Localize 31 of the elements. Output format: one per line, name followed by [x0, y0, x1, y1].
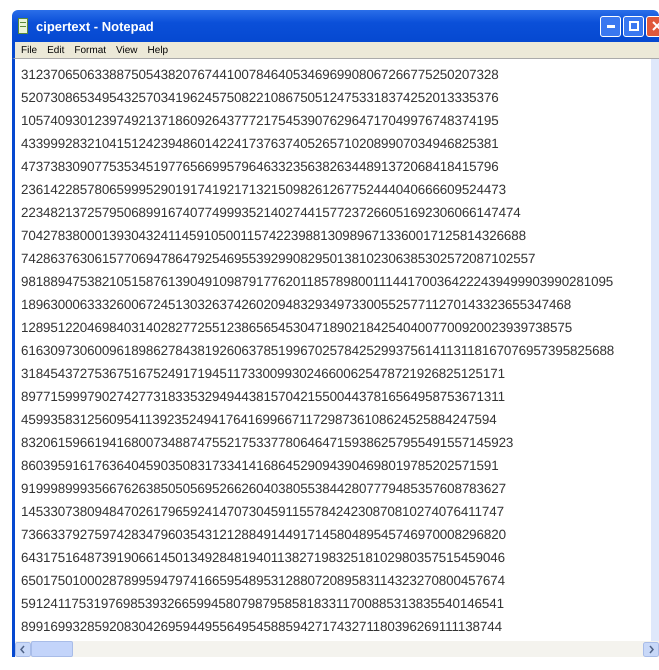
text-line: 52073086534954325703419624575082210867505124753318374252013335376: [21, 89, 500, 107]
text-line: 616309730600961898627843819260637851996702578425299375614113118167076957395825688: [21, 342, 616, 360]
text-line: 736633792759742834796035431212884914491714580489545746970008296820: [21, 526, 507, 544]
text-line: 7428637630615770694786479254695539299082950138102306385302572087102557: [21, 250, 536, 268]
text-line: 128951220469840314028277255123865654530471890218425404007700920023939738575: [21, 319, 574, 337]
text-line: 897715999790274277318335329494438157042155004437816564958753671311: [21, 388, 506, 406]
text-line: 704278380001393043241145910500115742239881309896713360017125814326688: [21, 227, 527, 245]
text-line: 899169932859208304269594495564954588594271743271180396269111138744: [21, 618, 503, 636]
text-line: 22348213725795068991674077499935214027441577237266051692306066147474: [21, 204, 522, 222]
text-line: 236142285780659995290191741921713215098261267752444040666609524473: [21, 181, 507, 199]
text-line: 591241175319769853932665994580798795858183311700885313835540146541: [21, 595, 505, 613]
text-line: 47373830907753534519776566995796463323563826344891372068418415796: [21, 158, 500, 176]
text-line: 318454372753675167524917194511733009930246600625478721926825125171: [21, 365, 506, 383]
menu-item[interactable]: View: [116, 44, 138, 56]
menu-item[interactable]: File: [21, 44, 38, 56]
menu-item[interactable]: Format: [74, 44, 106, 56]
menu-item[interactable]: Edit: [47, 44, 64, 56]
text-line: 10574093012397492137186092643777217545390762964717049976748374195: [21, 112, 500, 130]
text-line: 981889475382105158761390491098791776201185789800111441700364222439499903990281095: [21, 273, 614, 291]
text-line: 86039591617636404590350831733414168645290943904698019785202571591: [21, 457, 500, 475]
text-line: 919998999356676263850505695266260403805538442807779485357608783627: [21, 480, 507, 498]
text-line: 8320615966194168007348874755217533778064647159386257955491557145923: [21, 434, 514, 452]
menu-item[interactable]: Help: [148, 44, 168, 56]
text-line: 31237065063388750543820767441007846405346969908067266775250207328: [21, 66, 500, 84]
text-line: 643175164873919066145013492848194011382719832518102980357515459046: [21, 549, 506, 567]
text-line: 43399928321041512423948601422417376374052657102089907034946825381: [21, 135, 500, 153]
text-line: 189630006333260067245130326374260209483293497330055257711270143323655347468: [21, 296, 572, 314]
window-title: cipertext - Notepad: [36, 18, 155, 34]
text-line: 145330738094847026179659241470730459115578424230870810274076411747: [21, 503, 505, 521]
text-line: 45993583125609541139235249417641699667117298736108624525884247594: [21, 411, 498, 429]
text-line: 650175010002878995947974166595489531288072089583114323270800457674: [21, 572, 506, 590]
